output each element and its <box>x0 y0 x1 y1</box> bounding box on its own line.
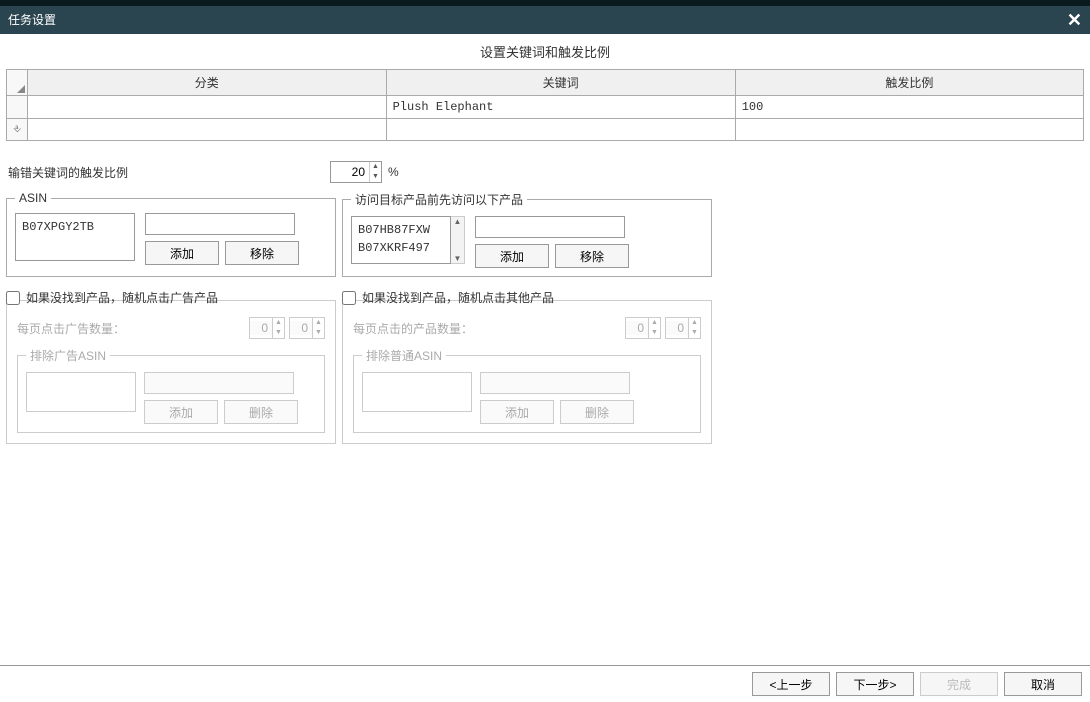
spin-down-icon[interactable]: ▼ <box>370 172 381 182</box>
asin-listbox[interactable]: B07XPGY2TB <box>15 213 135 261</box>
mistype-spinner[interactable]: ▲ ▼ <box>330 161 382 183</box>
ad-exclude-input[interactable] <box>144 372 294 394</box>
asin-add-button[interactable]: 添加 <box>145 241 219 265</box>
ad-checkbox[interactable] <box>6 291 20 305</box>
ad-exclude-listbox[interactable] <box>26 372 136 412</box>
col-ratio[interactable]: 触发比例 <box>735 70 1083 96</box>
mistype-input[interactable] <box>331 165 369 179</box>
visit-input[interactable] <box>475 216 625 238</box>
new-row-icon: ⎀ <box>7 119 28 141</box>
visit-add-button[interactable]: 添加 <box>475 244 549 268</box>
prev-button[interactable]: <上一步 <box>752 672 830 696</box>
other-checkbox[interactable] <box>342 291 356 305</box>
visit-listbox[interactable]: B07HB87FXW B07XKRF497 <box>351 216 451 264</box>
ad-spinner1[interactable]: ▲▼ <box>249 317 285 339</box>
scrollbar[interactable]: ▲ ▼ <box>451 216 465 264</box>
other-exclude-input[interactable] <box>480 372 630 394</box>
ad-exclude-fieldset: 排除广告ASIN 添加 删除 <box>17 347 325 433</box>
list-item[interactable]: B07XKRF497 <box>358 239 444 257</box>
window-title: 任务设置 <box>8 6 56 34</box>
other-exclude-legend: 排除普通ASIN <box>362 347 446 364</box>
scroll-up-icon[interactable]: ▲ <box>451 217 464 226</box>
ad-exclude-legend: 排除广告ASIN <box>26 347 110 364</box>
scroll-down-icon[interactable]: ▼ <box>451 254 464 263</box>
cell-category[interactable] <box>28 96 387 119</box>
table-row[interactable]: Plush Elephant 100 <box>7 96 1084 119</box>
keyword-table: 分类 关键词 触发比例 Plush Elephant 100 ⎀ <box>6 69 1084 141</box>
other-checkbox-label: 如果没找到产品，随机点击其他产品 <box>362 289 554 306</box>
ad-perpage-label: 每页点击广告数量： <box>17 320 245 337</box>
asin-legend: ASIN <box>15 191 51 205</box>
col-category[interactable]: 分类 <box>28 70 387 96</box>
other-spinner1[interactable]: ▲▼ <box>625 317 661 339</box>
ad-group: 每页点击广告数量： ▲▼ ▲▼ 排除广告ASIN <box>6 300 336 444</box>
ad-exclude-del-button[interactable]: 删除 <box>224 400 298 424</box>
other-exclude-fieldset: 排除普通ASIN 添加 删除 <box>353 347 701 433</box>
other-group: 每页点击的产品数量： ▲▼ ▲▼ 排除普通ASIN <box>342 300 712 444</box>
other-spinner2[interactable]: ▲▼ <box>665 317 701 339</box>
list-item[interactable]: B07XPGY2TB <box>22 218 128 236</box>
col-keyword[interactable]: 关键词 <box>386 70 735 96</box>
visit-remove-button[interactable]: 移除 <box>555 244 629 268</box>
ad-checkbox-label: 如果没找到产品，随机点击广告产品 <box>26 289 218 306</box>
cancel-button[interactable]: 取消 <box>1004 672 1082 696</box>
title-bar: 任务设置 ✕ <box>0 6 1090 34</box>
table-corner[interactable] <box>7 70 28 96</box>
table-new-row[interactable]: ⎀ <box>7 119 1084 141</box>
other-exclude-del-button[interactable]: 删除 <box>560 400 634 424</box>
cell-ratio[interactable]: 100 <box>735 96 1083 119</box>
cell-keyword[interactable]: Plush Elephant <box>386 96 735 119</box>
wizard-footer: <上一步 下一步> 完成 取消 <box>0 665 1090 702</box>
list-item[interactable]: B07HB87FXW <box>358 221 444 239</box>
other-exclude-add-button[interactable]: 添加 <box>480 400 554 424</box>
section-title: 设置关键词和触发比例 <box>6 34 1084 69</box>
close-icon[interactable]: ✕ <box>1067 6 1082 34</box>
ad-spinner2[interactable]: ▲▼ <box>289 317 325 339</box>
finish-button: 完成 <box>920 672 998 696</box>
percent-label: % <box>388 165 399 179</box>
mistype-label: 输错关键词的触发比例 <box>8 164 128 181</box>
next-button[interactable]: 下一步> <box>836 672 914 696</box>
asin-fieldset: ASIN B07XPGY2TB 添加 移除 <box>6 191 336 277</box>
visit-fieldset: 访问目标产品前先访问以下产品 B07HB87FXW B07XKRF497 ▲ ▼ <box>342 191 712 277</box>
spin-up-icon[interactable]: ▲ <box>370 162 381 172</box>
other-perpage-label: 每页点击的产品数量： <box>353 320 621 337</box>
asin-input[interactable] <box>145 213 295 235</box>
row-indicator <box>7 96 28 119</box>
asin-remove-button[interactable]: 移除 <box>225 241 299 265</box>
visit-legend: 访问目标产品前先访问以下产品 <box>351 191 527 208</box>
ad-exclude-add-button[interactable]: 添加 <box>144 400 218 424</box>
other-exclude-listbox[interactable] <box>362 372 472 412</box>
